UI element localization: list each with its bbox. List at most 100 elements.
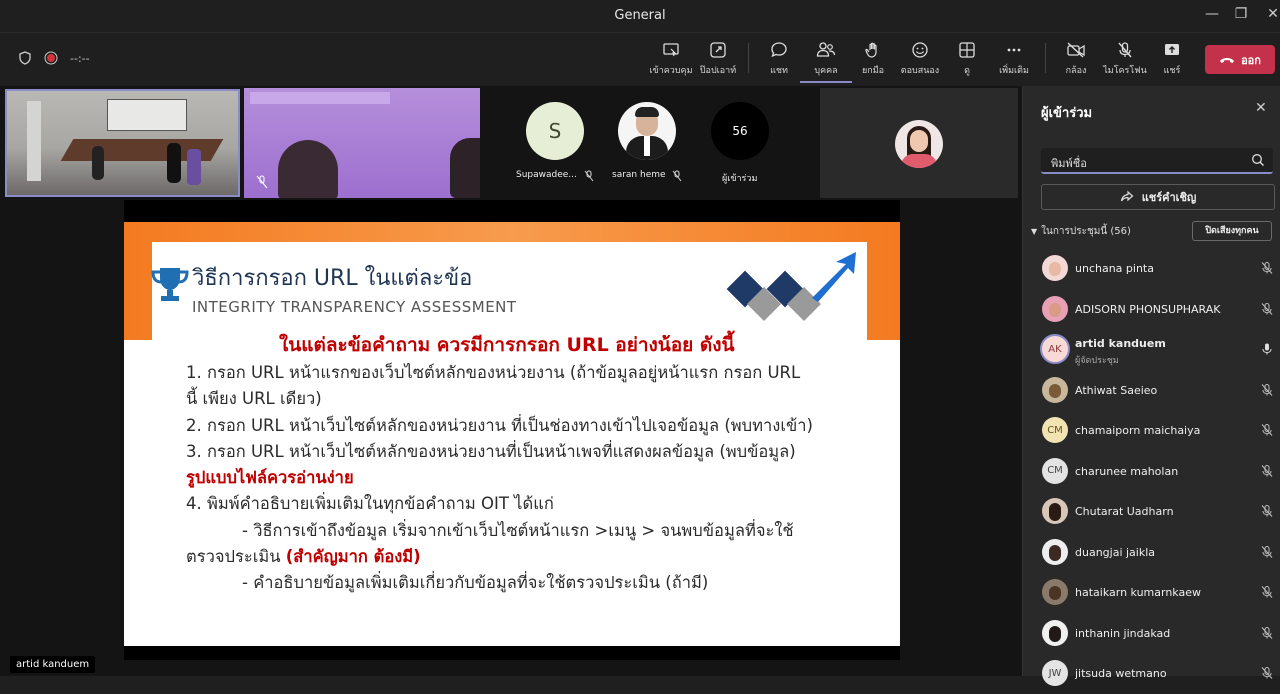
- mic-off-icon: [1261, 586, 1273, 598]
- meeting-status: --:--: [18, 51, 90, 65]
- avatar: AK: [1040, 334, 1070, 364]
- mic-off-icon: [1261, 383, 1273, 396]
- slide-line-1b: นี้ เพียง URL เดียว): [186, 389, 322, 408]
- avatar: [1042, 619, 1068, 646]
- avatar: [1042, 579, 1068, 605]
- avatar-strip: S Supawadee... saran heme 56 ผู้เข้าร่วม: [486, 88, 816, 198]
- react-button[interactable]: ตอบสนอง: [894, 41, 946, 83]
- more-button[interactable]: เพิ่มเติม: [988, 41, 1040, 83]
- microphone-button[interactable]: ไมโครโฟน: [1099, 41, 1151, 83]
- avatar-supawadee[interactable]: S: [526, 102, 584, 160]
- participants-panel: ผู้เข้าร่วม ✕ พิมพ์ชื่อ แชร์คำเชิญ ▼ ในก…: [1022, 86, 1280, 686]
- mic-off-icon: [1261, 667, 1273, 679]
- video-tile-participant[interactable]: [820, 88, 1018, 198]
- mic-off-icon: [256, 174, 268, 189]
- screen-control-icon: [663, 43, 679, 57]
- raise-hand-button[interactable]: ยกมือ: [847, 41, 899, 83]
- presentation-slide: วิธีการกรอก URL ในแต่ละข้อ INTEGRITY TRA…: [124, 222, 900, 646]
- avatar: [1042, 498, 1068, 524]
- mic-icon: [1262, 343, 1272, 355]
- mic-off-icon: [584, 170, 594, 182]
- list-item[interactable]: ADISORN PHONSUPHARAK: [1023, 289, 1280, 330]
- mic-off-icon: [1261, 545, 1273, 558]
- list-item[interactable]: AK artid kanduem ผู้จัดประชุม: [1023, 329, 1280, 370]
- slide-headline: ในแต่ละข้อคำถาม ควรมีการกรอก URL อย่างน้…: [279, 334, 735, 356]
- people-button[interactable]: บุคคล: [800, 41, 852, 83]
- grid-icon: [959, 42, 975, 58]
- mic-off-icon: [1261, 262, 1273, 274]
- slide-line-2: 2. กรอก URL หน้าเว็บไซต์หลักของหน่วยงาน …: [186, 416, 813, 435]
- share-tray-icon: [1165, 44, 1179, 55]
- chat-button[interactable]: แชท: [753, 41, 805, 83]
- meeting-toolbar: --:-- เข้าควบคุม ป๊อปเอาท์ แชท บุคคล ยกม…: [0, 33, 1280, 86]
- caret-down-icon: ▼: [1031, 227, 1038, 236]
- organizer-role: ผู้จัดประชุม: [1075, 356, 1119, 366]
- list-item[interactable]: CM chamaiporn maichaiya: [1023, 410, 1280, 451]
- list-item[interactable]: inthanin jindakad: [1023, 613, 1280, 654]
- avatar: [1042, 538, 1068, 565]
- slide-line-format: รูปแบบไฟล์ควรอ่านง่าย: [186, 468, 354, 487]
- close-icon[interactable]: ✕: [1262, 6, 1280, 26]
- mic-off-icon: [1261, 302, 1273, 315]
- avatar: [1042, 255, 1068, 281]
- slide-line-4a-cont: ตรวจประเมิน (สำคัญมาก ต้องมี): [186, 547, 421, 566]
- list-item[interactable]: Athiwat Saeieo: [1023, 370, 1280, 411]
- mute-all-button[interactable]: ปิดเสียงทุกคน: [1192, 221, 1272, 241]
- slide-line-3: 3. กรอก URL หน้าเว็บไซต์หลักของหน่วยงานท…: [186, 442, 796, 461]
- record-icon: [44, 51, 58, 65]
- popout-icon: [710, 42, 726, 58]
- participant-list: unchana pinta ADISORN PHONSUPHARAK AK ar…: [1023, 248, 1280, 694]
- participant-search-input[interactable]: พิมพ์ชื่อ: [1041, 148, 1273, 174]
- list-item[interactable]: JW jitsuda wetmano: [1023, 653, 1280, 694]
- in-meeting-section-toggle[interactable]: ▼ ในการประชุมนี้ (56): [1031, 224, 1131, 239]
- window-title: General: [614, 8, 666, 23]
- self-view-name: artid kanduem: [10, 656, 96, 673]
- participants-label: ผู้เข้าร่วม: [722, 174, 758, 184]
- list-item[interactable]: unchana pinta: [1023, 248, 1280, 289]
- participant-name: saran heme: [612, 170, 666, 180]
- mic-off-icon: [672, 170, 682, 182]
- list-item[interactable]: hataikarn kumarnkaew: [1023, 572, 1280, 613]
- list-item[interactable]: CM charunee maholan: [1023, 451, 1280, 492]
- leave-button[interactable]: ออก: [1205, 45, 1275, 74]
- share-invite-button[interactable]: แชร์คำเชิญ: [1041, 184, 1275, 210]
- participant-name: Supawadee...: [516, 170, 577, 180]
- list-item[interactable]: Chutarat Uadharn: [1023, 491, 1280, 532]
- take-control-button[interactable]: เข้าควบคุม: [645, 41, 697, 83]
- close-panel-icon[interactable]: ✕: [1255, 100, 1267, 116]
- shared-screen: วิธีการกรอก URL ในแต่ละข้อ INTEGRITY TRA…: [124, 200, 900, 660]
- panel-title: ผู้เข้าร่วม: [1041, 106, 1093, 121]
- smiley-icon: [912, 42, 928, 58]
- share-button[interactable]: แชร์: [1146, 41, 1198, 83]
- video-tile-presenter[interactable]: [244, 88, 480, 198]
- list-item[interactable]: duangjai jaikla: [1023, 532, 1280, 573]
- toolbar-divider: [1045, 43, 1046, 73]
- toolbar-divider: [748, 43, 749, 73]
- popout-button[interactable]: ป๊อปเอาท์: [692, 41, 744, 83]
- minimize-icon[interactable]: —: [1201, 6, 1223, 26]
- slide-line-1: 1. กรอก URL หน้าแรกของเว็บไซต์หลักของหน่…: [186, 363, 801, 382]
- avatar: [1042, 376, 1068, 403]
- hand-icon: [865, 42, 877, 58]
- slide-important-note: (สำคัญมาก ต้องมี): [285, 547, 421, 566]
- meeting-stage: S Supawadee... saran heme 56 ผู้เข้าร่วม: [0, 86, 1022, 676]
- chat-icon: [771, 42, 787, 58]
- more-participants-count[interactable]: 56: [711, 102, 769, 160]
- share-arrow-icon: [1120, 190, 1134, 202]
- mic-off-icon: [1261, 505, 1273, 517]
- ellipsis-icon: [1007, 48, 1021, 52]
- mic-off-icon: [1261, 626, 1273, 639]
- slide-subtitle: INTEGRITY TRANSPARENCY ASSESSMENT: [192, 298, 517, 316]
- mic-off-icon: [1261, 464, 1273, 477]
- camera-button[interactable]: กล้อง: [1050, 41, 1102, 83]
- slide-line-4a: - วิธีการเข้าถึงข้อมูล เริ่มจากเข้าเว็บไ…: [242, 521, 794, 540]
- avatar: [1042, 295, 1068, 322]
- maximize-icon[interactable]: ❐: [1230, 6, 1252, 26]
- video-tile-room[interactable]: [5, 89, 240, 197]
- view-button[interactable]: ดู: [941, 41, 993, 83]
- avatar-saran[interactable]: [618, 102, 676, 160]
- mic-off-icon: [1118, 42, 1132, 58]
- mic-off-icon: [1261, 424, 1273, 436]
- search-icon: [1252, 154, 1264, 166]
- avatar: JW: [1042, 660, 1068, 686]
